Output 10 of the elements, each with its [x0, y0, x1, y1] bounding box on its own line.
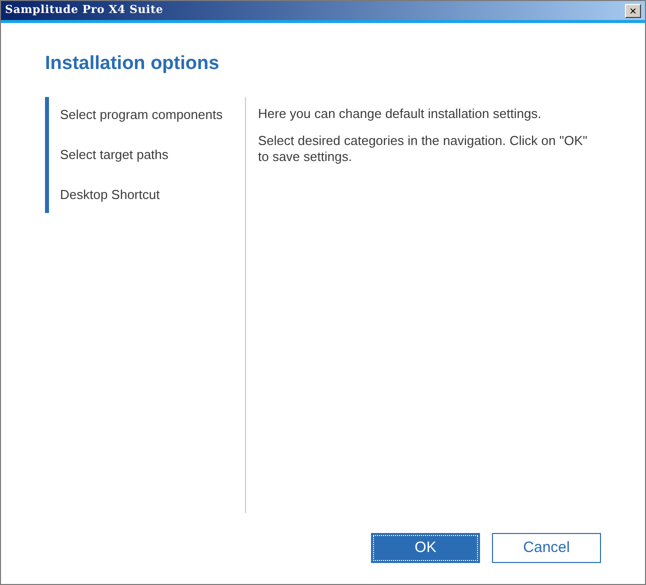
ok-button[interactable]: OK [371, 533, 480, 563]
cancel-button[interactable]: Cancel [492, 533, 601, 563]
nav-item[interactable]: Select target paths [60, 145, 245, 165]
nav-item[interactable]: Select program components [60, 105, 245, 125]
page-heading: Installation options [45, 52, 220, 76]
close-button[interactable]: × [625, 4, 641, 18]
info-text: Select desired categories in the navigation. Click on "OK" to save settings. [258, 133, 588, 165]
window-title: Samplitude Pro X4 Suite [5, 2, 164, 18]
info-text: Here you can change default installation settings. [258, 106, 542, 122]
nav-item[interactable]: Desktop Shortcut [60, 185, 245, 205]
